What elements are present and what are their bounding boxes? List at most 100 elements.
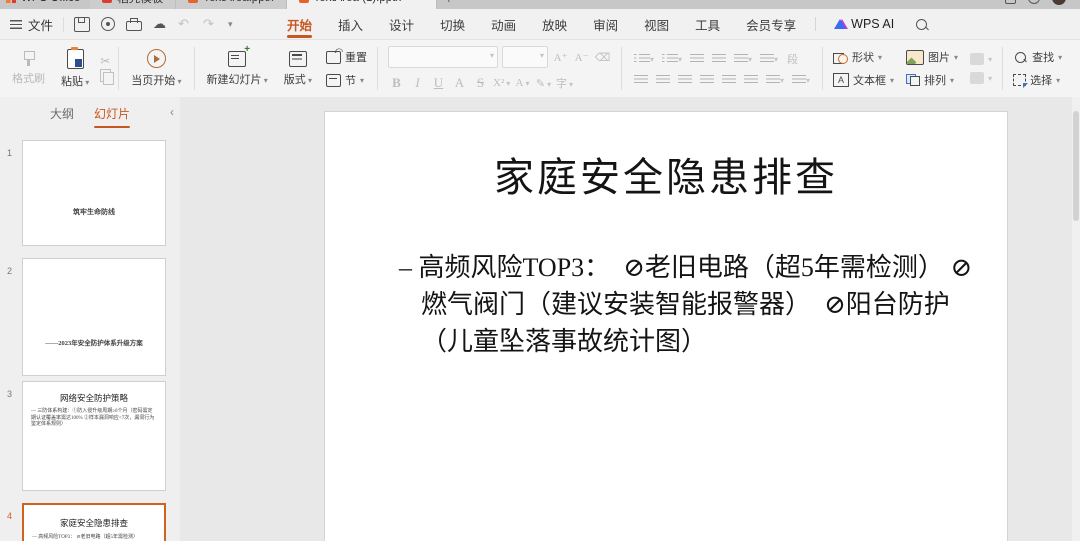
line-spacing-button — [758, 53, 780, 65]
wps-ai-button[interactable]: WPS AI — [822, 17, 906, 31]
wps-ai-icon — [834, 19, 847, 29]
tab-member[interactable]: 会员专享 — [733, 9, 809, 39]
tab-transition[interactable]: 切换 — [427, 9, 478, 39]
search-icon[interactable] — [916, 18, 928, 30]
tab-view[interactable]: 视图 — [631, 9, 682, 39]
quick-access-toolbar — [63, 16, 252, 32]
tab-docer-templates[interactable]: 稻壳模板 — [90, 0, 177, 9]
slide-number-2: 2 — [7, 266, 13, 276]
section-icon — [326, 73, 341, 87]
fill-color-button — [967, 51, 995, 67]
increase-indent-button — [710, 53, 728, 65]
ppt-file-icon — [298, 0, 309, 3]
thumb1-text: 筑牢生命防线 — [73, 208, 115, 216]
slide-thumbnail-2[interactable]: ——2023年安全防护体系升级方案 — [22, 258, 166, 376]
tab-animation[interactable]: 动画 — [478, 9, 529, 39]
slide-body-text[interactable]: – 高频风险TOP3： ⊘老旧电路（超5年需检测） ⊘燃气阀门（建议安装智能报警… — [399, 249, 991, 360]
scrollbar-handle[interactable] — [1073, 111, 1079, 221]
tab-document-2-active[interactable]: TextArea (1).pptx × — [286, 0, 437, 9]
find-button[interactable]: 查找 — [1010, 47, 1065, 67]
reset-button[interactable]: 重置 — [323, 45, 370, 67]
slide-panel: 大纲 幻灯片 ‹ 1 筑牢生命防线 2 ——2023年安全防护体系升级方案 3 … — [0, 97, 181, 541]
ppt-file-icon — [188, 0, 199, 3]
paragraph-settings-button: 段 — [787, 54, 799, 66]
thumb3-text: — 三防体系构建：①防入侵升级周期≥6个月（密码需定期认证覆盖率需达100% ②… — [31, 409, 155, 427]
find-icon — [1015, 51, 1027, 63]
justify-button — [698, 74, 716, 86]
layout-button[interactable]: 版式 — [279, 48, 317, 90]
current-slide[interactable]: 家庭安全隐患排查 – 高频风险TOP3： ⊘老旧电路（超5年需检测） ⊘燃气阀门… — [325, 112, 1007, 541]
outline-color-button — [967, 70, 995, 86]
app-title: WPS Office — [21, 0, 80, 4]
underline-button: U — [433, 75, 444, 90]
print-icon[interactable] — [126, 17, 143, 31]
quickbar-more-icon[interactable] — [228, 18, 242, 31]
hamburger-menu-icon[interactable] — [10, 19, 22, 29]
docer-icon — [102, 0, 113, 3]
superscript-button: X² — [493, 77, 510, 89]
tab-home[interactable]: 开始 — [274, 9, 325, 39]
share-icon[interactable] — [101, 17, 116, 31]
format-painter-icon — [22, 51, 35, 66]
decrease-indent-button — [688, 53, 706, 65]
wps-app-button[interactable]: WPS Office — [0, 0, 90, 9]
font-name-select[interactable] — [388, 46, 498, 68]
tab-slideshow[interactable]: 放映 — [529, 9, 580, 39]
smartart-convert-button — [732, 53, 754, 65]
redo-icon — [203, 16, 217, 32]
font-size-select[interactable] — [502, 46, 548, 68]
slide-thumbnail-3[interactable]: 网络安全防护策略 — 三防体系构建：①防入侵升级周期≥6个月（密码需定期认证覆盖… — [22, 381, 166, 491]
slide-thumbnail-4-selected[interactable]: 家庭安全隐患排查 — 高频风险TOP3： ⊘老旧电路（超5年需检测） — [22, 503, 166, 541]
workspace-icon[interactable] — [1005, 0, 1016, 4]
arrange-button[interactable]: 排列 — [903, 70, 961, 90]
tab-tools[interactable]: 工具 — [682, 9, 733, 39]
tab-design[interactable]: 设计 — [376, 9, 427, 39]
char-spacing-button: 字 — [556, 75, 573, 91]
editing-canvas: 家庭安全隐患排查 – 高频风险TOP3： ⊘老旧电路（超5年需检测） ⊘燃气阀门… — [180, 97, 1080, 541]
new-slide-button[interactable]: 新建幻灯片 — [202, 44, 273, 90]
save-icon[interactable] — [74, 16, 91, 32]
align-left-button — [632, 74, 650, 86]
user-avatar[interactable] — [1052, 0, 1066, 5]
tab-document-1[interactable]: TextArea.pptx — [176, 0, 287, 9]
bullets-button — [632, 53, 656, 65]
tab-review[interactable]: 审阅 — [580, 9, 631, 39]
tab-close-icon[interactable]: × — [412, 0, 418, 4]
textbox-button[interactable]: A 文本框 — [830, 70, 897, 90]
thumb2-text: ——2023年安全防护体系升级方案 — [45, 340, 143, 347]
file-menu[interactable]: 文件 — [28, 15, 53, 34]
slide-number-4: 4 — [7, 511, 13, 521]
wps-presentation-window: WPS Office 稻壳模板 TextArea.pptx TextArea (… — [0, 0, 1080, 541]
new-tab-icon[interactable]: + — [445, 0, 453, 6]
numbering-button — [660, 53, 684, 65]
help-icon[interactable] — [1028, 0, 1040, 4]
text-shadow-button: A — [454, 75, 465, 90]
thumb4-title: 家庭安全隐患排查 — [59, 518, 128, 528]
select-button[interactable]: 选择 — [1010, 70, 1065, 90]
fill-color-icon — [970, 53, 985, 65]
shapes-icon — [833, 51, 849, 64]
outline-tab[interactable]: 大纲 — [42, 99, 82, 128]
picture-button[interactable]: 图片 — [903, 47, 961, 67]
play-icon — [146, 49, 166, 68]
play-from-current-button[interactable]: 当页开始 — [126, 46, 186, 91]
arrange-icon — [906, 74, 921, 86]
menu-bar: 文件 开始 插入 设计 切换 动画 放映 审阅 视图 工具 会员专享 WPS A… — [0, 9, 1080, 40]
textbox-icon: A — [833, 73, 850, 87]
slide-title[interactable]: 家庭安全隐患排查 — [325, 145, 1007, 203]
ribbon-tabs: 开始 插入 设计 切换 动画 放映 审阅 视图 工具 会员专享 — [274, 9, 809, 39]
shapes-button[interactable]: 形状 — [830, 47, 897, 67]
canvas-scrollbar[interactable] — [1072, 97, 1080, 541]
slides-tab[interactable]: 幻灯片 — [86, 99, 138, 128]
collapse-panel-icon[interactable]: ‹ — [170, 105, 174, 119]
thumb4-text: — 高频风险TOP3： ⊘老旧电路（超5年需检测） — [32, 535, 139, 540]
paste-button[interactable]: 粘贴 — [56, 46, 94, 92]
cloud-sync-icon[interactable] — [153, 16, 167, 32]
reset-icon — [326, 45, 343, 64]
slide-thumbnail-1[interactable]: 筑牢生命防线 — [22, 140, 166, 246]
tab-insert[interactable]: 插入 — [325, 9, 376, 39]
undo-icon — [178, 16, 192, 32]
wps-logo-icon — [6, 0, 16, 3]
section-button[interactable]: 节 — [323, 70, 370, 90]
format-painter-button: 格式刷 — [7, 48, 50, 89]
